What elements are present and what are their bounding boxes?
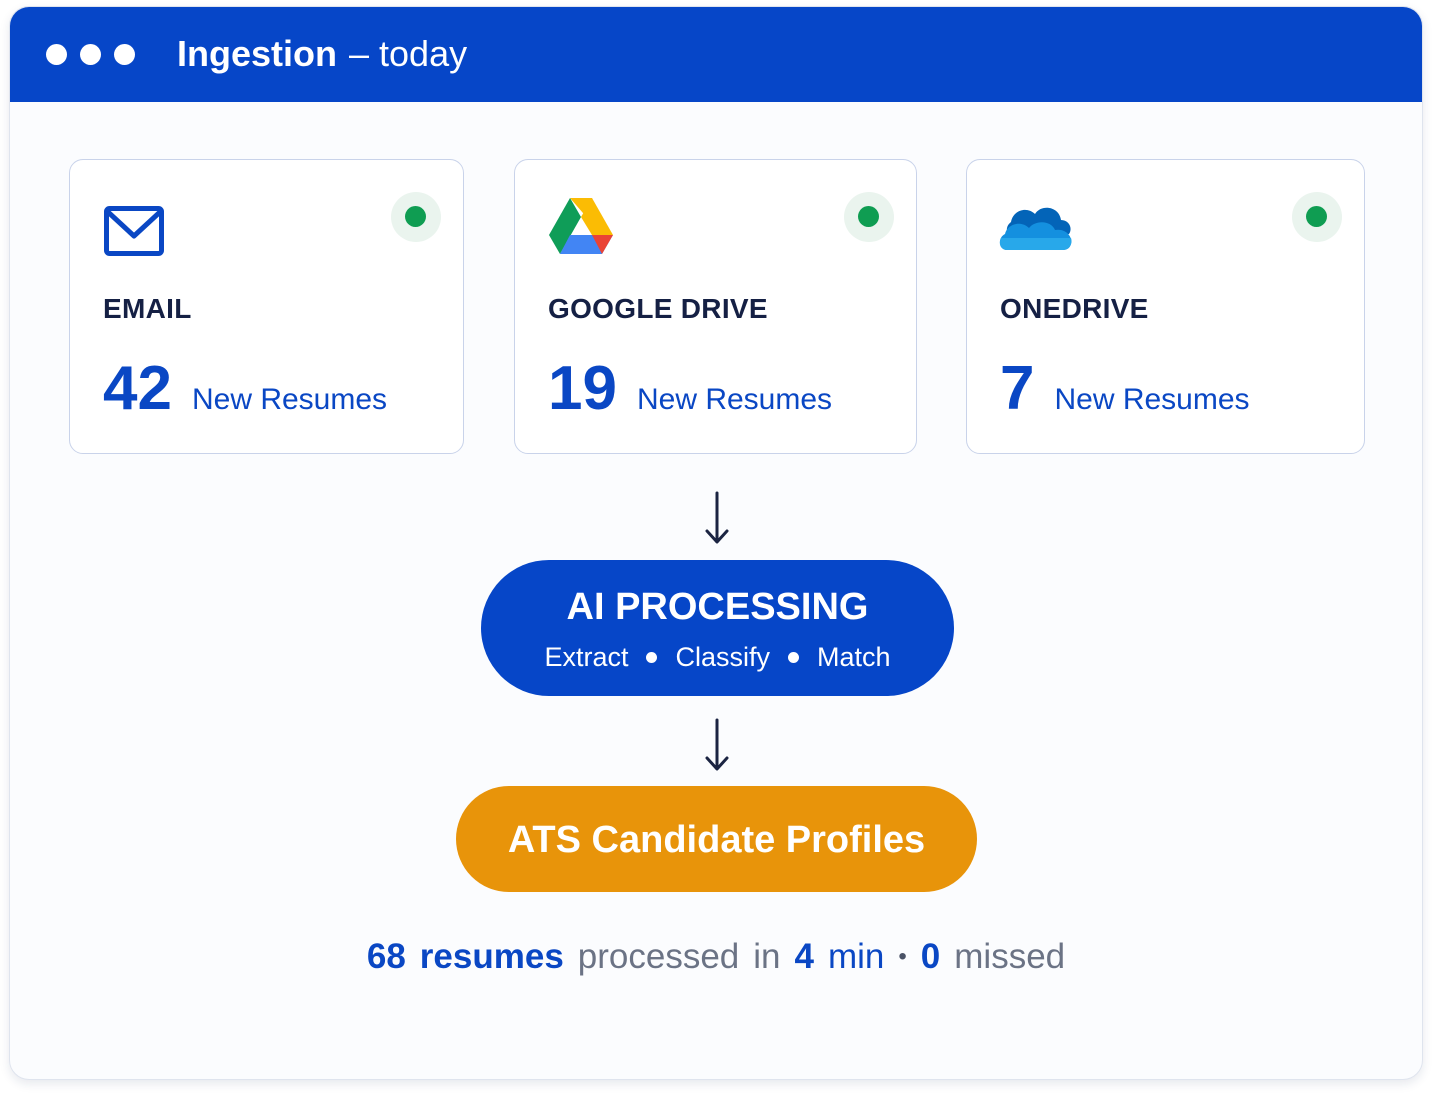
source-metric: 7 New Resumes	[1000, 358, 1250, 420]
step-match: Match	[817, 642, 891, 672]
bullet-separator	[646, 652, 658, 663]
google-drive-icon	[549, 198, 613, 261]
status-led	[1306, 206, 1327, 227]
title-separator: –	[349, 33, 370, 74]
arrow-down-icon	[705, 718, 729, 771]
status-indicator	[391, 192, 441, 242]
window-control-dot[interactable]	[46, 44, 67, 65]
resume-count: 19	[548, 354, 617, 423]
step-extract: Extract	[544, 642, 629, 672]
summary-total: 68	[366, 937, 406, 976]
source-card-email[interactable]: EMAIL 42 New Resumes	[69, 159, 464, 454]
window-control-dot[interactable]	[114, 44, 135, 65]
summary-total-label: resumes	[419, 937, 564, 976]
window-title: Ingestion – today	[177, 32, 467, 76]
mail-icon	[104, 206, 164, 261]
bullet-separator	[788, 652, 799, 663]
source-metric: 42 New Resumes	[103, 358, 387, 420]
title-main: Ingestion	[177, 33, 337, 74]
status-indicator	[844, 192, 894, 242]
summary-missed: 0	[920, 937, 941, 976]
summary-missed-label: missed	[954, 937, 1066, 976]
ingestion-summary: 68 resumes processed in 4 min • 0 missed	[10, 937, 1422, 977]
summary-duration: 4	[794, 937, 814, 976]
step-classify: Classify	[675, 642, 770, 672]
summary-separator: •	[898, 943, 907, 970]
summary-processed-text: processed	[577, 937, 740, 976]
source-name: ONEDRIVE	[1000, 293, 1149, 324]
source-name: GOOGLE DRIVE	[548, 293, 768, 324]
ats-destination-stage: ATS Candidate Profiles	[456, 786, 977, 892]
resume-count-label: New Resumes	[636, 383, 833, 416]
source-name: EMAIL	[103, 293, 192, 324]
status-indicator	[1292, 192, 1342, 242]
status-led	[858, 206, 879, 227]
ai-processing-title: AI PROCESSING	[566, 586, 869, 628]
title-bar: Ingestion – today	[10, 7, 1422, 102]
ai-processing-steps: Extract Classify Match	[481, 642, 954, 673]
source-card-google-drive[interactable]: GOOGLE DRIVE 19 New Resumes	[514, 159, 917, 454]
title-subtitle: today	[379, 33, 468, 74]
source-metric: 19 New Resumes	[548, 358, 832, 420]
source-card-onedrive[interactable]: ONEDRIVE 7 New Resumes	[966, 159, 1365, 454]
resume-count: 7	[1000, 354, 1035, 423]
ingestion-window: Ingestion – today EMAIL 42 New Resumes G…	[9, 6, 1423, 1080]
ai-processing-stage: AI PROCESSING Extract Classify Match	[481, 560, 954, 696]
window-control-dot[interactable]	[80, 44, 101, 65]
resume-count-label: New Resumes	[191, 383, 388, 416]
status-led	[405, 206, 426, 227]
resume-count: 42	[103, 354, 172, 423]
onedrive-icon	[997, 202, 1073, 259]
summary-duration-unit: min	[827, 937, 885, 976]
ats-title: ATS Candidate Profiles	[507, 819, 926, 861]
arrow-down-icon	[705, 491, 729, 544]
summary-in-text: in	[753, 937, 781, 976]
resume-count-label: New Resumes	[1054, 383, 1250, 416]
